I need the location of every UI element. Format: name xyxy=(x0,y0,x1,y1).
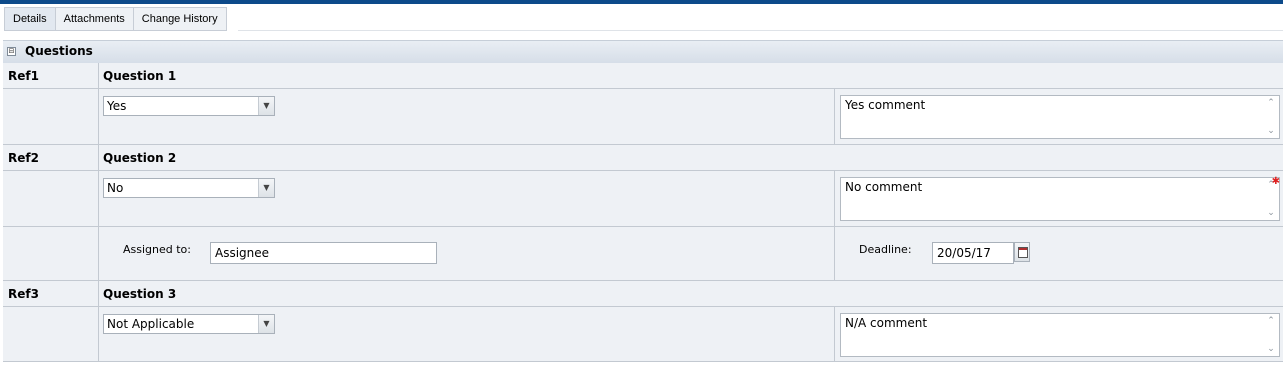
question-header-row: Ref2 Question 2 xyxy=(3,145,1283,171)
chevron-down-icon[interactable]: ▼ xyxy=(258,179,274,197)
question-title: Question 3 xyxy=(103,287,177,301)
scroll-up-icon[interactable]: ⌃ xyxy=(1265,316,1277,326)
question-answer-row: Not Applicable ▼ N/A comment ⌃ ⌄ xyxy=(3,307,1283,362)
tab-change-history[interactable]: Change History xyxy=(133,7,227,31)
collapse-icon[interactable]: ⊟ xyxy=(7,47,16,56)
top-accent-bar xyxy=(0,0,1283,4)
scroll-up-icon[interactable]: ⌃ xyxy=(1265,180,1277,190)
answer-select[interactable]: Yes ▼ xyxy=(103,96,275,116)
chevron-down-icon[interactable]: ▼ xyxy=(258,97,274,115)
calendar-icon[interactable] xyxy=(1014,242,1030,262)
comment-textarea[interactable]: No comment ✱ ⌃ ⌄ xyxy=(840,176,1280,221)
answer-value: Yes xyxy=(107,99,127,113)
comment-textarea[interactable]: N/A comment ⌃ ⌄ xyxy=(840,313,1280,357)
question-answer-row: Yes ▼ Yes comment ⌃ ⌄ xyxy=(3,89,1283,145)
questions-section-header[interactable]: ⊟ Questions xyxy=(3,40,1283,64)
answer-value: No xyxy=(107,181,124,195)
question-header-row: Ref1 Question 1 xyxy=(3,63,1283,89)
answer-value: Not Applicable xyxy=(107,317,195,331)
section-title: Questions xyxy=(25,44,93,58)
chevron-down-icon[interactable]: ▼ xyxy=(258,315,274,333)
question-ref: Ref3 xyxy=(8,287,39,301)
tab-divider xyxy=(238,30,1283,31)
question-header-row: Ref3 Question 3 xyxy=(3,281,1283,307)
answer-select[interactable]: Not Applicable ▼ xyxy=(103,314,275,334)
answer-select[interactable]: No ▼ xyxy=(103,178,275,198)
comment-text: Yes comment xyxy=(845,98,926,112)
tab-bar: Details Attachments Change History xyxy=(4,7,227,31)
question-ref: Ref2 xyxy=(8,151,39,165)
comment-text: No comment xyxy=(845,180,923,194)
tab-attachments[interactable]: Attachments xyxy=(55,7,134,31)
scroll-down-icon[interactable]: ⌄ xyxy=(1265,208,1277,218)
question-title: Question 2 xyxy=(103,151,177,165)
question-answer-row: No ▼ No comment ✱ ⌃ ⌄ xyxy=(3,171,1283,227)
assigned-to-input[interactable]: Assignee xyxy=(210,242,437,264)
scroll-up-icon[interactable]: ⌃ xyxy=(1265,98,1277,108)
scroll-down-icon[interactable]: ⌄ xyxy=(1265,344,1277,354)
question-ref: Ref1 xyxy=(8,69,39,83)
assigned-to-label: Assigned to: xyxy=(123,243,191,256)
tab-details[interactable]: Details xyxy=(4,7,56,31)
deadline-input[interactable]: 20/05/17 xyxy=(932,242,1014,264)
action-row: Assigned to: Assignee Deadline: 20/05/17 xyxy=(3,227,1283,281)
comment-text: N/A comment xyxy=(845,316,928,330)
comment-textarea[interactable]: Yes comment ⌃ ⌄ xyxy=(840,95,1280,139)
question-title: Question 1 xyxy=(103,69,177,83)
scroll-down-icon[interactable]: ⌄ xyxy=(1265,126,1277,136)
deadline-label: Deadline: xyxy=(859,243,912,256)
